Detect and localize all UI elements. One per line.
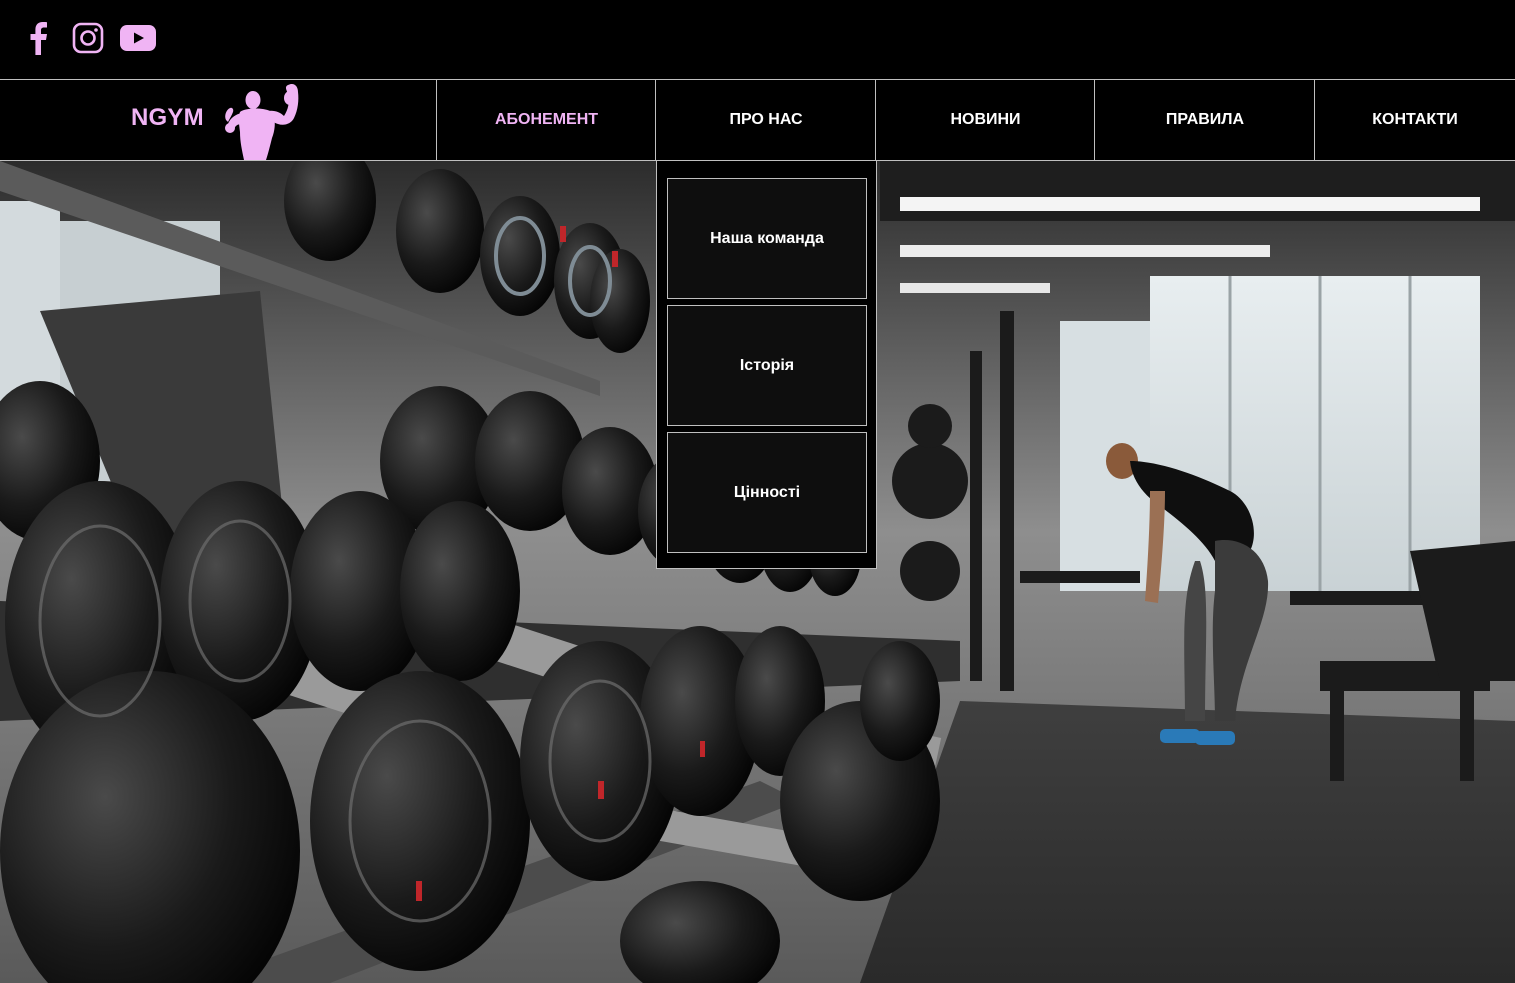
bodybuilder-flexing-icon xyxy=(225,83,299,160)
nav-item-label: АБОНЕМЕНТ xyxy=(494,111,599,128)
main-nav: NGYM АБОНЕМЕНТ ПРО НАС НОВИНИ ПРАВИЛА КО… xyxy=(0,79,1515,161)
facebook-icon[interactable] xyxy=(20,20,56,56)
nav-item-about[interactable]: ПРО НАС xyxy=(655,80,876,160)
nav-item-label: КОНТАКТИ xyxy=(1372,111,1458,128)
brand-name: NGYM xyxy=(131,104,204,131)
dropdown-item-values[interactable]: Цінності xyxy=(667,432,867,553)
instagram-icon[interactable] xyxy=(70,20,106,56)
nav-item-rules[interactable]: ПРАВИЛА xyxy=(1094,80,1315,160)
nav-item-contacts[interactable]: КОНТАКТИ xyxy=(1314,80,1515,160)
nav-item-subscription[interactable]: АБОНЕМЕНТ xyxy=(436,80,656,160)
dropdown-item-label: Цінності xyxy=(733,483,801,501)
dropdown-item-our-team[interactable]: Наша команда xyxy=(667,178,867,299)
dropdown-item-history[interactable]: Історія xyxy=(667,305,867,426)
nav-item-label: ПРАВИЛА xyxy=(1165,111,1245,128)
dropdown-item-label: Історія xyxy=(739,356,795,374)
nav-item-label: ПРО НАС xyxy=(729,111,803,128)
nav-item-label: НОВИНИ xyxy=(950,111,1021,128)
nav-item-news[interactable]: НОВИНИ xyxy=(875,80,1095,160)
youtube-icon[interactable] xyxy=(120,20,156,56)
brand[interactable]: NGYM xyxy=(0,80,436,160)
top-bar xyxy=(0,0,1515,79)
dropdown-item-label: Наша команда xyxy=(710,229,824,247)
about-dropdown-menu: Наша команда Історія Цінності xyxy=(656,161,877,569)
